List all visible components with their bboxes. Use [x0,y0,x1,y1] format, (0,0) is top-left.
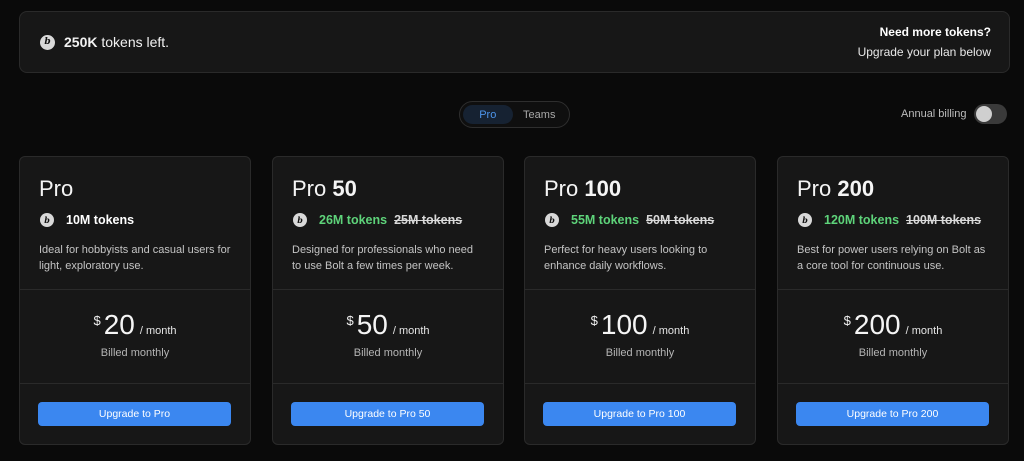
price-period: / month [139,325,177,337]
billing-frequency: Billed monthly [605,347,675,359]
plan-token-amount: 10M tokens [66,213,135,227]
price-period: / month [652,325,690,337]
upgrade-hint: Need more tokens? Upgrade your plan belo… [858,25,991,59]
plan-card-1: Pro 50 b 26M tokens 25M tokens Designed … [272,156,504,445]
upgrade-plan-hint: Upgrade your plan below [857,45,991,59]
plan-name-base: Pro [39,176,74,201]
bolt-b-icon: b [545,213,559,227]
need-more-tokens-heading: Need more tokens? [879,25,991,39]
price-line: $ 100 / month [525,309,755,341]
currency-symbol: $ [346,313,354,328]
plan-tokens: b 26M tokens 25M tokens [292,212,484,228]
plan-token-amount: 26M tokens [319,213,388,227]
bolt-b-icon: b [40,213,54,227]
tokens-banner: b 250K tokens left. Need more tokens? Up… [19,11,1010,73]
annual-billing: Annual billing [901,104,1008,124]
billing-frequency: Billed monthly [100,347,170,359]
price-line: $ 20 / month [20,309,250,341]
price-amount: 50 [356,309,388,340]
price-period: / month [392,325,430,337]
bolt-b-icon: b [40,34,55,50]
plan-old-token-amount: 50M tokens [646,213,715,227]
price-line: $ 50 / month [273,309,503,341]
plan-header: Pro 50 b 26M tokens 25M tokens Designed … [273,157,503,290]
plan-name-tier: 100 [584,176,622,201]
plan-token-amount: 120M tokens [824,213,900,227]
plan-description: Designed for professionals who need to u… [292,244,474,272]
plan-pricing: $ 50 / month Billed monthly [273,290,503,384]
plan-name: Pro 200 [797,177,989,201]
plan-card-3: Pro 200 b 120M tokens 100M tokens Best f… [777,156,1009,445]
plan-name-tier: 200 [837,176,875,201]
plan-header: Pro 100 b 55M tokens 50M tokens Perfect … [525,157,755,290]
annual-billing-switch[interactable] [974,104,1008,124]
billing-frequency: Billed monthly [858,347,928,359]
plan-old-token-amount: 100M tokens [906,213,982,227]
upgrade-button[interactable]: Upgrade to Pro 200 [796,402,989,426]
plan-name: Pro [39,177,231,201]
plan-description: Best for power users relying on Bolt as … [797,244,986,272]
upgrade-button[interactable]: Upgrade to Pro [38,402,231,426]
plan-name-base: Pro [544,176,579,201]
annual-billing-label: Annual billing [901,108,967,120]
plan-header: Pro 200 b 120M tokens 100M tokens Best f… [778,157,1008,290]
plan-name: Pro 100 [544,177,736,201]
plan-old-token-amount: 25M tokens [394,213,463,227]
price-amount: 100 [600,309,648,340]
plan-card-2: Pro 100 b 55M tokens 50M tokens Perfect … [524,156,756,445]
plan-pricing: $ 200 / month Billed monthly [778,290,1008,384]
price-period: / month [905,325,943,337]
tokens-left-suffix: tokens left. [97,34,170,50]
bolt-b-icon: b [798,213,812,227]
plan-actions: Upgrade to Pro [20,384,250,426]
tab-pro[interactable]: Pro [463,105,513,124]
switch-knob [976,106,993,122]
plan-description: Ideal for hobbyists and casual users for… [39,244,231,272]
price-amount: 20 [103,309,135,340]
currency-symbol: $ [590,313,598,328]
plan-name-base: Pro [292,176,327,201]
plan-actions: Upgrade to Pro 50 [273,384,503,426]
plan-name-tier: 50 [332,176,357,201]
plan-tokens: b 55M tokens 50M tokens [544,212,736,228]
billing-frequency: Billed monthly [353,347,423,359]
plan-card-0: Pro b 10M tokens Ideal for hobbyists and… [19,156,251,445]
tokens-remaining: b 250K tokens left. [40,34,169,50]
upgrade-button[interactable]: Upgrade to Pro 50 [291,402,484,426]
plan-pricing: $ 100 / month Billed monthly [525,290,755,384]
price-amount: 200 [853,309,901,340]
plan-actions: Upgrade to Pro 100 [525,384,755,426]
plan-token-amount: 55M tokens [571,213,640,227]
currency-symbol: $ [93,313,101,328]
currency-symbol: $ [843,313,851,328]
plan-pricing: $ 20 / month Billed monthly [20,290,250,384]
tokens-left-text: 250K tokens left. [64,34,169,50]
price-line: $ 200 / month [778,309,1008,341]
bolt-b-icon: b [293,213,307,227]
plan-description: Perfect for heavy users looking to enhan… [544,244,708,272]
plan-name: Pro 50 [292,177,484,201]
plan-name-base: Pro [797,176,832,201]
plan-tokens: b 120M tokens 100M tokens [797,212,989,228]
tokens-left-amount: 250K [64,34,98,50]
plan-type-toggle: Pro Teams [459,101,570,128]
tab-teams[interactable]: Teams [513,105,566,124]
plan-tokens: b 10M tokens [39,212,231,228]
plan-header: Pro b 10M tokens Ideal for hobbyists and… [20,157,250,290]
upgrade-button[interactable]: Upgrade to Pro 100 [543,402,736,426]
plan-actions: Upgrade to Pro 200 [778,384,1008,426]
